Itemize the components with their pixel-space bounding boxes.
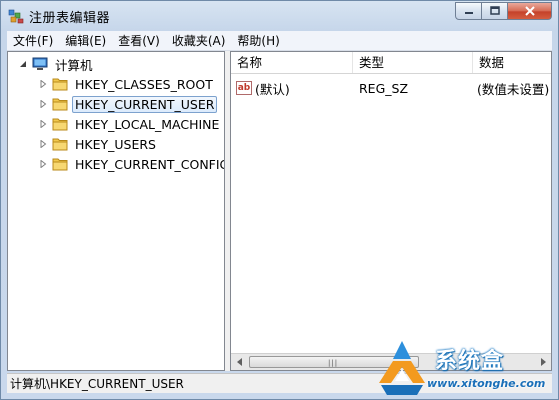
watermark-title: 系统盒 bbox=[435, 349, 505, 374]
tree-item-label: HKEY_LOCAL_MACHINE bbox=[75, 116, 220, 132]
value-name: (默认) bbox=[255, 81, 290, 97]
tree-item-label: HKEY_CURRENT_USER bbox=[72, 95, 218, 113]
menu-favorites[interactable]: 收藏夹(A) bbox=[166, 31, 232, 51]
computer-icon bbox=[32, 57, 48, 70]
folder-icon bbox=[52, 78, 68, 91]
tree-item-hkey-current-config[interactable]: HKEY_CURRENT_CONFIG bbox=[38, 154, 225, 174]
scroll-left-icon bbox=[236, 358, 242, 366]
column-header-type[interactable]: 类型 bbox=[353, 52, 473, 73]
window-title: 注册表编辑器 bbox=[29, 11, 111, 26]
grip-icon: ||| bbox=[328, 359, 339, 367]
expand-arrow-icon[interactable] bbox=[38, 79, 48, 89]
menu-edit[interactable]: 编辑(E) bbox=[59, 31, 112, 51]
minimize-icon bbox=[464, 12, 473, 14]
scroll-left-button[interactable] bbox=[231, 354, 248, 370]
close-button[interactable] bbox=[508, 2, 552, 20]
tree-item-hkey-local-machine[interactable]: HKEY_LOCAL_MACHINE bbox=[38, 114, 222, 134]
folder-icon bbox=[52, 138, 68, 151]
menu-help[interactable]: 帮助(H) bbox=[231, 31, 285, 51]
maximize-icon bbox=[489, 6, 500, 15]
expand-arrow-icon[interactable] bbox=[38, 159, 48, 169]
minimize-button[interactable] bbox=[455, 2, 482, 20]
menu-bar: 文件(F) 编辑(E) 查看(V) 收藏夹(A) 帮助(H) bbox=[7, 31, 552, 51]
folder-icon bbox=[52, 118, 68, 131]
menu-view[interactable]: 查看(V) bbox=[112, 31, 166, 51]
collapse-arrow-icon[interactable] bbox=[18, 59, 28, 69]
string-value-icon-text: ab bbox=[237, 83, 251, 93]
folder-icon bbox=[52, 98, 68, 111]
registry-editor-window: 注册表编辑器 文件(F) 编辑(E) 查看(V) 收藏夹(A) 帮助(H) 计算… bbox=[0, 0, 559, 400]
tree-item-hkey-users[interactable]: HKEY_USERS bbox=[38, 134, 159, 154]
close-icon bbox=[524, 6, 535, 16]
expand-arrow-icon[interactable] bbox=[38, 119, 48, 129]
column-header-data[interactable]: 数据 bbox=[473, 52, 551, 73]
menu-file[interactable]: 文件(F) bbox=[7, 31, 59, 51]
tree-root-label: 计算机 bbox=[55, 57, 93, 73]
value-type: REG_SZ bbox=[359, 80, 409, 96]
registry-editor-icon bbox=[8, 9, 24, 24]
registry-tree[interactable]: 计算机 HKEY_CLASSES_ROOT HKEY_CURRENT_USER bbox=[7, 51, 225, 371]
content-area: 计算机 HKEY_CLASSES_ROOT HKEY_CURRENT_USER bbox=[7, 51, 552, 371]
value-name-cell: ab (默认) bbox=[231, 79, 353, 98]
expand-arrow-icon[interactable] bbox=[38, 139, 48, 149]
values-list[interactable]: 名称 类型 数据 ab (默认) REG_SZ (数值未设置) ||| bbox=[230, 51, 552, 371]
tree-item-label: HKEY_CLASSES_ROOT bbox=[75, 76, 213, 92]
column-header-name[interactable]: 名称 bbox=[231, 52, 353, 73]
xitonghe-logo-icon bbox=[379, 341, 425, 395]
window-controls bbox=[455, 2, 552, 20]
maximize-button[interactable] bbox=[482, 2, 508, 20]
folder-icon bbox=[52, 158, 68, 171]
tree-item-label: HKEY_USERS bbox=[75, 136, 156, 152]
tree-item-hkey-classes-root[interactable]: HKEY_CLASSES_ROOT bbox=[38, 74, 216, 94]
value-data: (数值未设置) bbox=[477, 81, 550, 97]
expand-arrow-icon[interactable] bbox=[38, 99, 48, 109]
title-bar[interactable]: 注册表编辑器 bbox=[1, 1, 558, 31]
list-header: 名称 类型 数据 bbox=[231, 52, 551, 74]
tree-item-hkey-current-user[interactable]: HKEY_CURRENT_USER bbox=[38, 94, 218, 114]
watermark-url: www.xitonghe.com bbox=[427, 377, 546, 390]
list-item[interactable]: ab (默认) REG_SZ (数值未设置) bbox=[231, 78, 551, 98]
string-value-icon: ab bbox=[236, 81, 252, 95]
watermark: 系统盒 www.xitonghe.com bbox=[371, 337, 556, 399]
tree-item-label: HKEY_CURRENT_CONFIG bbox=[75, 156, 225, 172]
tree-root[interactable]: 计算机 bbox=[18, 54, 96, 74]
